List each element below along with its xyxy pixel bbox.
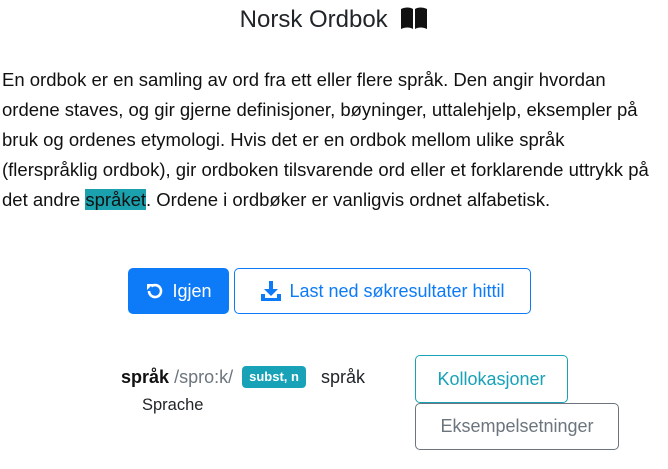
again-button[interactable]: Igjen <box>128 268 229 314</box>
undo-icon <box>147 283 163 299</box>
example-sentences-button[interactable]: Eksempelsetninger <box>415 403 619 450</box>
dictionary-entry: språk /spro:k/ subst, n språk <box>121 366 365 388</box>
word-class-badge: subst, n <box>242 366 306 388</box>
page-title-text: Norsk Ordbok <box>239 6 388 33</box>
collocations-button[interactable]: Kollokasjoner <box>415 355 568 403</box>
entry-headword: språk <box>121 367 170 387</box>
collocations-button-label: Kollokasjoner <box>437 368 546 389</box>
entry-translation: Sprache <box>142 396 204 414</box>
highlighted-word: språket <box>85 189 146 210</box>
entry-pronunciation: /spro:k/ <box>174 367 234 387</box>
again-button-label: Igjen <box>172 280 212 301</box>
open-book-icon <box>400 6 428 39</box>
intro-text-after: . Ordene i ordbøker er vanligvis ordnet … <box>146 189 551 210</box>
intro-paragraph: En ordbok er en samling av ord fra ett e… <box>2 65 664 215</box>
download-button-label: Last ned søkresultater hittil <box>289 280 505 301</box>
download-icon <box>261 281 282 301</box>
page-title: Norsk Ordbok <box>0 4 668 39</box>
download-results-button[interactable]: Last ned søkresultater hittil <box>234 268 531 314</box>
entry-gloss: språk <box>320 367 365 387</box>
examples-button-label: Eksempelsetninger <box>440 416 594 436</box>
